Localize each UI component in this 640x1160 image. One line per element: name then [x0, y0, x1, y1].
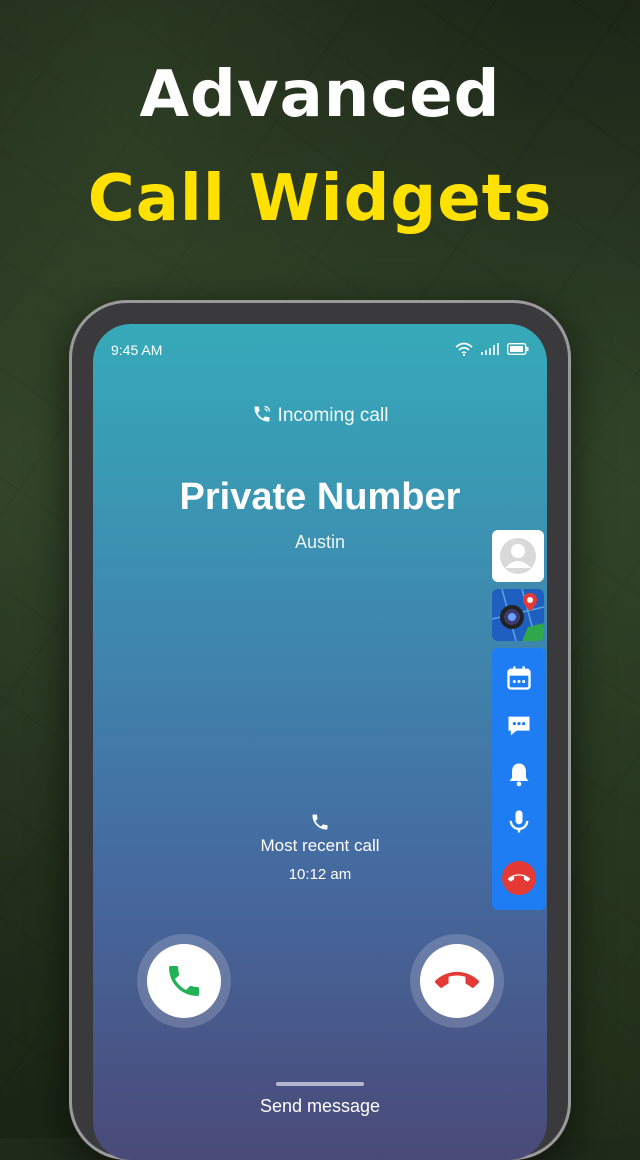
- headline-line2: Call Widgets: [87, 162, 553, 236]
- signal-icon: [481, 343, 499, 355]
- send-message-button[interactable]: Send message: [93, 1096, 547, 1117]
- contact-widget[interactable]: [492, 530, 544, 582]
- map-camera-icon: [492, 589, 544, 641]
- contact-icon: [500, 538, 536, 574]
- recent-call-icon: [93, 812, 547, 837]
- phone-screen: 9:45 AM Incoming call Private Number Aus…: [93, 324, 547, 1160]
- calendar-button[interactable]: [492, 664, 546, 692]
- recent-call-time: 10:12 am: [288, 866, 352, 883]
- caller-name: Private Number: [179, 476, 461, 518]
- incoming-call-icon: [254, 405, 270, 422]
- end-call-icon: [502, 861, 536, 895]
- decline-call-button[interactable]: [410, 934, 504, 1028]
- message-button[interactable]: [492, 712, 546, 740]
- reminder-button[interactable]: [492, 760, 546, 788]
- recent-call-label: Most recent call: [260, 836, 380, 855]
- battery-icon: [507, 343, 529, 355]
- wifi-icon: [455, 342, 473, 356]
- mic-icon: [509, 810, 529, 833]
- bell-icon: [509, 763, 529, 787]
- message-icon: [508, 716, 530, 736]
- incoming-call-text: Incoming call: [277, 405, 389, 426]
- headline-line1: Advanced: [139, 58, 501, 132]
- record-button[interactable]: [492, 808, 546, 836]
- map-camera-widget[interactable]: [492, 589, 544, 641]
- calendar-icon: [507, 666, 531, 690]
- end-call-widget-button[interactable]: [492, 860, 546, 896]
- caller-location: Austin: [294, 532, 346, 552]
- home-indicator[interactable]: [276, 1082, 364, 1086]
- status-time: 9:45 AM: [111, 342, 163, 358]
- status-bar: 9:45 AM: [111, 342, 529, 362]
- decline-call-icon: [435, 971, 479, 988]
- accept-call-icon: [169, 966, 199, 996]
- incoming-call-label: Incoming call: [93, 404, 547, 427]
- accept-call-button[interactable]: [137, 934, 231, 1028]
- quick-actions-widget: [492, 648, 546, 910]
